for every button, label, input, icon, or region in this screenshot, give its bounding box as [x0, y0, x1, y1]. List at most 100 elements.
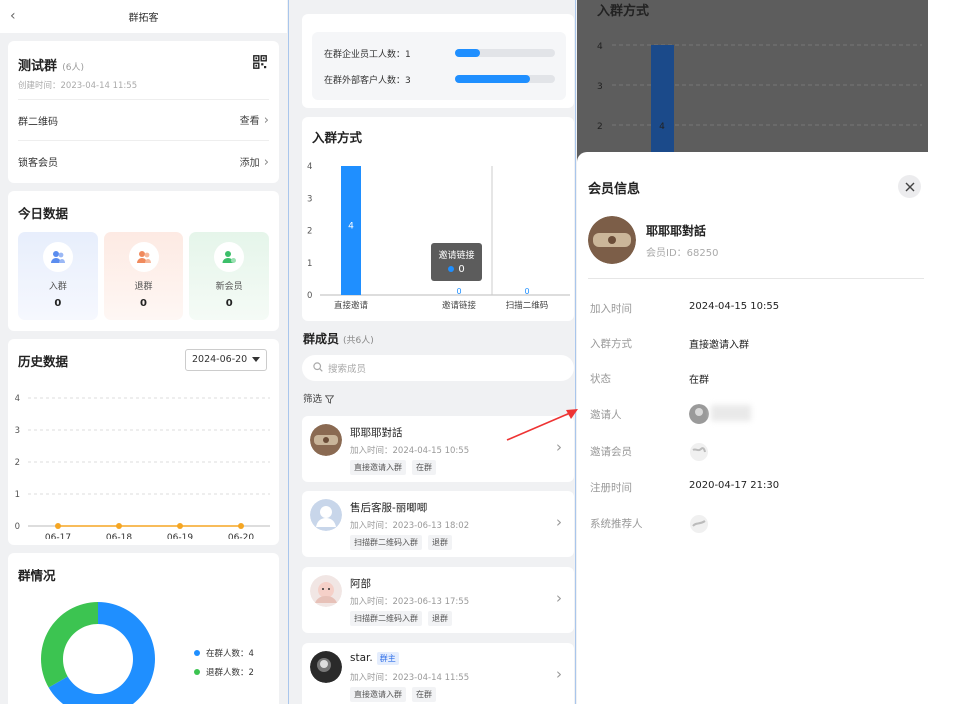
- search-placeholder: 搜索成员: [328, 364, 367, 375]
- owner-badge: 群主: [376, 652, 399, 665]
- top-bar: ‹ 群拓客: [0, 0, 287, 33]
- y-tick-label: 0: [307, 291, 312, 301]
- data-point: [116, 523, 122, 529]
- data-point: [238, 523, 244, 529]
- chevron-right-icon: ›: [556, 665, 562, 683]
- y-tick-label: 0: [15, 522, 20, 532]
- locked-member-row[interactable]: 锁客会员 添加: [18, 141, 269, 182]
- donut-legend: 在群人数：4 退群人数：2: [194, 647, 254, 685]
- composition-value: 3: [405, 76, 411, 86]
- filter-icon: [324, 395, 335, 404]
- stat-join: 入群 0: [18, 232, 98, 320]
- x-tick-label: 06-18: [106, 533, 132, 539]
- profile-avatar: [588, 216, 636, 264]
- member-card[interactable]: 阿部 加入时间：2023-06-13 17:55 扫描群二维码入群 退群 ›: [302, 567, 574, 633]
- info-label: 状态: [590, 373, 611, 385]
- member-name: star. 群主: [350, 652, 399, 665]
- qrcode-icon[interactable]: [253, 55, 267, 69]
- row-label: 群二维码: [18, 116, 58, 128]
- legend-dot: [194, 669, 200, 675]
- members-title: 群成员: [303, 332, 340, 346]
- avatar: [310, 424, 342, 456]
- member-join-time: 加入时间：2024-04-15 10:55: [350, 446, 470, 456]
- stat-leave: 退群 0: [103, 232, 184, 320]
- back-icon[interactable]: ‹: [10, 8, 16, 24]
- history-data-card: 历史数据 2024-06-20 0 1 2 3 4 06-17 06-18 06-19 06-2…: [8, 339, 279, 545]
- data-point: [55, 523, 61, 529]
- status-tag: 退群: [428, 611, 452, 626]
- new-member-icon: [214, 242, 245, 272]
- users-icon: [42, 242, 73, 272]
- date-value: 2024-06-20: [192, 354, 248, 365]
- x-tick-label: 邀请链接: [442, 300, 477, 311]
- date-select[interactable]: 2024-06-20: [185, 349, 267, 371]
- bar-value-label: 0: [456, 287, 461, 296]
- row-label: 锁客会员: [18, 158, 58, 169]
- member-card[interactable]: 耶耶耶對話 加入时间：2024-04-15 10:55 直接邀请入群 在群 ›: [302, 416, 574, 482]
- avatar: [310, 651, 342, 683]
- group-name: 测试群: [18, 59, 58, 74]
- inviter-avatar[interactable]: [689, 404, 709, 424]
- status-tag: 退群: [428, 535, 452, 550]
- right-panel: 2 3 4 4 入群方式 会员信息 耶耶耶對話 会员ID：68250 加入时间 202…: [577, 0, 957, 704]
- invite-member-avatar[interactable]: [689, 442, 709, 462]
- member-card[interactable]: 售后客服-丽唧唧 加入时间：2023-06-13 18:02 扫描群二维码入群退…: [302, 491, 574, 557]
- composition-label: 在群外部客户人数：: [324, 76, 406, 86]
- bar-value-label: 0: [524, 287, 529, 296]
- group-created-time: 创建时间：2023-04-14 11:55: [18, 81, 138, 91]
- group-qrcode-row[interactable]: 群二维码 查看: [18, 100, 269, 141]
- composition-row: 在群企业员工人数：1: [324, 47, 411, 60]
- join-method-tag: 扫描群二维码入群: [350, 535, 422, 550]
- member-join-time: 加入时间：2023-06-13 17:55: [350, 597, 470, 607]
- y-tick-label: 1: [307, 259, 312, 269]
- tooltip-value: 0: [431, 264, 482, 275]
- referrer-avatar[interactable]: [689, 514, 709, 534]
- y-tick-label: 4: [597, 42, 603, 52]
- progress-fill: [455, 75, 530, 83]
- legend-dot: [194, 650, 200, 656]
- member-name-text: star.: [350, 652, 373, 664]
- progress-fill: [455, 49, 480, 57]
- users-leave-icon: [128, 242, 159, 272]
- page-title: 群拓客: [128, 13, 159, 24]
- member-name: 耶耶耶對話: [350, 427, 403, 439]
- avatar: [310, 575, 342, 607]
- group-donut-chart: [41, 602, 155, 704]
- stat-value: 0: [54, 298, 62, 309]
- composition-value: 1: [405, 50, 411, 60]
- background-title: 入群方式: [597, 4, 650, 19]
- stat-label: 入群: [48, 282, 67, 292]
- staff-progress-bar: [455, 49, 555, 57]
- stat-label: 退群: [134, 282, 153, 292]
- chevron-right-icon: ›: [556, 438, 562, 456]
- y-tick-label: 3: [307, 194, 312, 204]
- info-value: 2020-04-17 21:30: [689, 480, 780, 491]
- y-tick-label: 4: [15, 394, 20, 404]
- section-title: 群情况: [18, 568, 56, 583]
- bar: [651, 45, 674, 152]
- legend-label: 退群人数：2: [206, 668, 254, 678]
- view-qrcode-link[interactable]: 查看: [240, 112, 269, 128]
- composition-inner: 在群企业员工人数：1 在群外部客户人数：3: [312, 32, 566, 100]
- drawer-title: 会员信息: [588, 182, 641, 197]
- filter-button[interactable]: 筛选: [303, 391, 335, 405]
- section-title: 今日数据: [18, 206, 69, 221]
- group-header: 测试群 (6人) 创建时间：2023-04-14 11:55: [18, 41, 269, 100]
- add-member-link[interactable]: 添加: [240, 154, 269, 170]
- blurred-name: [711, 405, 751, 421]
- filter-label: 筛选: [303, 394, 323, 405]
- avatar: [310, 499, 342, 531]
- group-info-card: 测试群 (6人) 创建时间：2023-04-14 11:55 群二维码 查看 锁…: [8, 41, 279, 183]
- member-search-input[interactable]: 搜索成员: [302, 355, 574, 381]
- info-label: 邀请人: [590, 409, 622, 421]
- join-method-tag: 扫描群二维码入群: [350, 611, 422, 626]
- info-label: 系统推荐人: [590, 518, 643, 530]
- stat-label: 新会员: [215, 282, 243, 292]
- members-header: 群成员 (共6人): [303, 330, 374, 347]
- close-icon: [905, 182, 914, 191]
- group-count: (6人): [62, 63, 84, 73]
- info-label: 注册时间: [590, 482, 632, 494]
- close-button[interactable]: [898, 175, 921, 198]
- member-card[interactable]: star. 群主 加入时间：2023-04-14 11:55 直接邀请入群 在群 ›: [302, 643, 574, 704]
- group-situation-card: 群情况 在群人数：4 退群人数：2: [8, 553, 279, 704]
